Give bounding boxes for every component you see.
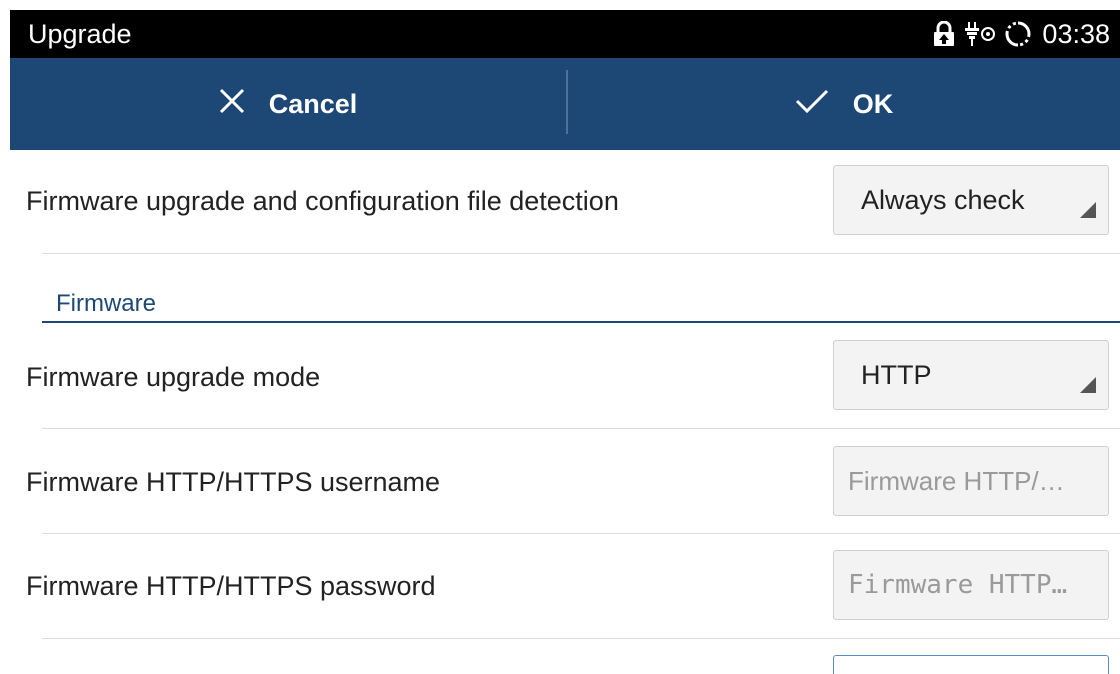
- screen-edge: [0, 0, 10, 674]
- cancel-button[interactable]: Cancel: [10, 58, 566, 150]
- settings-list: Firmware upgrade and configuration file …: [10, 150, 1120, 674]
- firmware-section-header: Firmware: [56, 290, 156, 317]
- detection-select[interactable]: Always check: [833, 165, 1109, 235]
- section-divider: [42, 321, 1120, 323]
- upgrade-mode-label: Firmware upgrade mode: [26, 362, 321, 392]
- detection-label: Firmware upgrade and configuration file …: [26, 186, 619, 216]
- dropdown-arrow-icon: [1080, 202, 1096, 218]
- detection-value: Always check: [861, 185, 1025, 215]
- sync-icon: [1004, 20, 1032, 48]
- select-fade: [1032, 166, 1072, 234]
- clock: 03:38: [1042, 19, 1110, 49]
- checkmark-icon: [795, 88, 829, 121]
- ok-label: OK: [852, 88, 894, 119]
- close-icon: [219, 88, 245, 121]
- username-label: Firmware HTTP/HTTPS username: [26, 467, 441, 497]
- password-label: Firmware HTTP/HTTPS password: [26, 571, 436, 601]
- next-field-input[interactable]: [833, 655, 1109, 674]
- row-divider: [42, 638, 1120, 639]
- upgrade-screen: Upgrade 03:38 Cancel OK Firmware upgrade…: [0, 0, 1120, 674]
- action-bar: Cancel OK: [10, 58, 1120, 150]
- upgrade-mode-value: HTTP: [861, 360, 932, 390]
- row-divider: [42, 533, 1120, 534]
- lock-icon: [932, 21, 956, 47]
- row-divider: [42, 253, 1120, 254]
- status-indicators: 03:38: [932, 10, 1110, 58]
- ok-button[interactable]: OK: [568, 58, 1120, 150]
- screen-title: Upgrade: [28, 19, 132, 49]
- username-input[interactable]: [833, 446, 1109, 516]
- password-input[interactable]: [833, 550, 1109, 620]
- row-divider: [42, 428, 1120, 429]
- usb-debug-icon: [964, 20, 996, 48]
- status-bar: Upgrade 03:38: [10, 10, 1120, 58]
- cancel-label: Cancel: [268, 88, 358, 119]
- upgrade-mode-select[interactable]: HTTP: [833, 340, 1109, 410]
- dropdown-arrow-icon: [1080, 377, 1096, 393]
